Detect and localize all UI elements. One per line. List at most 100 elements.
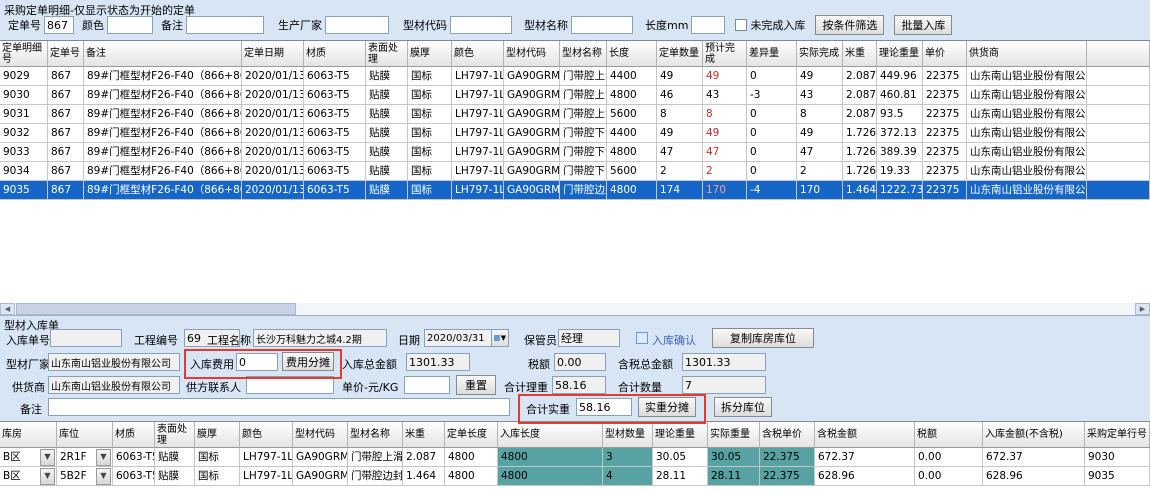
filter-input-6[interactable] bbox=[691, 16, 725, 34]
scrollbar-thumb[interactable] bbox=[16, 303, 296, 315]
date-field[interactable] bbox=[424, 329, 492, 347]
column-header[interactable]: 定单明细号 bbox=[0, 41, 48, 67]
unfinished-checkbox[interactable] bbox=[735, 19, 747, 31]
filter-condition-button[interactable]: 按条件筛选 bbox=[815, 15, 884, 35]
cell: 2 bbox=[797, 162, 843, 181]
column-header[interactable]: 库房 bbox=[0, 422, 57, 448]
cell: 6063-T5 bbox=[304, 86, 366, 105]
cell: 22375 bbox=[923, 86, 967, 105]
filter-label: 型材代码 bbox=[403, 17, 447, 33]
fee-share-button[interactable]: 费用分摊 bbox=[282, 352, 334, 371]
total-theory-weight-field[interactable] bbox=[552, 376, 606, 394]
column-header[interactable]: 型材名称 bbox=[348, 422, 403, 448]
filter-input-3[interactable] bbox=[325, 16, 389, 34]
manufacturer-field[interactable] bbox=[48, 353, 180, 371]
column-header[interactable]: 单价 bbox=[923, 41, 967, 67]
column-header[interactable]: 材质 bbox=[304, 41, 366, 67]
reset-button[interactable]: 重置 bbox=[456, 375, 496, 395]
column-header[interactable]: 预计完成 bbox=[703, 41, 747, 67]
dropdown-arrow-icon[interactable]: ▼ bbox=[40, 468, 55, 485]
column-header[interactable]: 定单长度 bbox=[445, 422, 498, 448]
cell: 22375 bbox=[923, 67, 967, 86]
cell: 372.13 bbox=[877, 124, 923, 143]
column-header[interactable]: 型材数量 bbox=[603, 422, 653, 448]
column-header[interactable]: 库位 bbox=[57, 422, 113, 448]
receipt-no-field[interactable] bbox=[50, 329, 122, 347]
stockin-fee-field[interactable] bbox=[236, 353, 278, 371]
batch-stockin-button[interactable]: 批量入库 bbox=[894, 15, 952, 35]
table-row[interactable]: B区▼5B2F▼6063-T5贴膜国标LH797-1LL0GA90GRM05门带… bbox=[0, 467, 1150, 486]
filter-input-4[interactable] bbox=[450, 16, 512, 34]
column-header[interactable]: 米重 bbox=[403, 422, 445, 448]
column-header[interactable]: 含税单价 bbox=[760, 422, 815, 448]
cell: 2020/01/13 bbox=[242, 143, 304, 162]
table-row[interactable]: 903386789#门框型材F26-F40（866+867）2020/01/13… bbox=[0, 143, 1150, 162]
scroll-left-icon[interactable]: ◀ bbox=[0, 303, 15, 315]
copy-location-button[interactable]: 复制库房库位 bbox=[712, 328, 814, 348]
table-row[interactable]: 903586789#门框型材F26-F40（866+867）2020/01/13… bbox=[0, 181, 1150, 200]
column-header[interactable]: 膜厚 bbox=[195, 422, 240, 448]
supplier-field[interactable] bbox=[48, 376, 180, 394]
column-header[interactable]: 实际完成 bbox=[797, 41, 843, 67]
column-header[interactable]: 表面处理 bbox=[155, 422, 195, 448]
tax-field[interactable] bbox=[554, 353, 606, 371]
column-header[interactable]: 定单数量 bbox=[657, 41, 703, 67]
table-row[interactable]: 903486789#门框型材F26-F40（866+867）2020/01/13… bbox=[0, 162, 1150, 181]
combo-value: 2R1F bbox=[60, 448, 87, 466]
total-with-tax-field[interactable] bbox=[682, 353, 766, 371]
column-header[interactable]: 定单号 bbox=[48, 41, 84, 67]
filter-input-1[interactable] bbox=[107, 16, 153, 34]
table-row[interactable]: 902986789#门框型材F26-F40（866+867）2020/01/13… bbox=[0, 67, 1150, 86]
confirm-checkbox[interactable] bbox=[636, 332, 648, 344]
column-header[interactable]: 备注 bbox=[84, 41, 242, 67]
column-header[interactable]: 入库长度 bbox=[498, 422, 603, 448]
total-actual-weight-field[interactable] bbox=[576, 398, 632, 416]
table-row[interactable]: 903186789#门框型材F26-F40（866+867）2020/01/13… bbox=[0, 105, 1150, 124]
column-header[interactable]: 长度 bbox=[607, 41, 657, 67]
dropdown-arrow-icon[interactable]: ▼ bbox=[40, 449, 55, 466]
table-row[interactable]: 903286789#门框型材F26-F40（866+867）2020/01/13… bbox=[0, 124, 1150, 143]
dropdown-arrow-icon[interactable]: ▼ bbox=[96, 468, 111, 485]
keeper-field[interactable] bbox=[558, 329, 620, 347]
split-location-button[interactable]: 拆分库位 bbox=[714, 397, 772, 417]
column-header[interactable]: 型材名称 bbox=[560, 41, 607, 67]
cell: 1222.73 bbox=[877, 181, 923, 200]
total-amount-field[interactable] bbox=[406, 353, 470, 371]
column-header[interactable]: 米重 bbox=[843, 41, 877, 67]
dropdown-arrow-icon[interactable]: ▼ bbox=[96, 449, 111, 466]
calendar-dropdown-icon[interactable]: ▼ bbox=[492, 329, 509, 347]
column-header[interactable]: 含税金额 bbox=[815, 422, 915, 448]
project-name-field[interactable] bbox=[253, 329, 387, 347]
column-header[interactable]: 差异量 bbox=[747, 41, 797, 67]
filter-input-5[interactable] bbox=[571, 16, 633, 34]
remark-field[interactable] bbox=[48, 398, 510, 416]
total-count-field[interactable] bbox=[682, 376, 766, 394]
supplier-contact-field[interactable] bbox=[246, 376, 334, 394]
column-header[interactable]: 供货商 bbox=[967, 41, 1087, 67]
unit-price-field[interactable] bbox=[404, 376, 450, 394]
column-header[interactable]: 税额 bbox=[915, 422, 983, 448]
filter-input-2[interactable] bbox=[186, 16, 264, 34]
column-header[interactable]: 实际重量 bbox=[708, 422, 760, 448]
table-row[interactable]: B区▼2R1F▼6063-T5贴膜国标LH797-1LL0GA90GRM03门带… bbox=[0, 448, 1150, 467]
column-header[interactable]: 型材代码 bbox=[504, 41, 560, 67]
cell: 2R1F ▼ bbox=[57, 448, 113, 467]
column-header[interactable]: 颜色 bbox=[240, 422, 293, 448]
column-header[interactable]: 理论重量 bbox=[877, 41, 923, 67]
column-header[interactable]: 膜厚 bbox=[408, 41, 452, 67]
column-header[interactable]: 入库金额(不含税) bbox=[983, 422, 1085, 448]
column-header[interactable]: 理论重量 bbox=[653, 422, 708, 448]
column-header[interactable]: 颜色 bbox=[452, 41, 504, 67]
column-header[interactable]: 定单日期 bbox=[242, 41, 304, 67]
weight-share-button[interactable]: 实重分摊 bbox=[638, 397, 696, 417]
scroll-right-icon[interactable]: ▶ bbox=[1135, 303, 1150, 315]
filter-input-0[interactable] bbox=[44, 16, 74, 34]
column-header[interactable]: 采购定单行号 bbox=[1085, 422, 1150, 448]
cell: 47 bbox=[703, 143, 747, 162]
column-header[interactable]: 表面处理 bbox=[366, 41, 408, 67]
column-header[interactable]: 型材代码 bbox=[293, 422, 348, 448]
column-header[interactable]: 材质 bbox=[113, 422, 155, 448]
table-row[interactable]: 903086789#门框型材F26-F40（866+867）2020/01/13… bbox=[0, 86, 1150, 105]
column-header[interactable] bbox=[1087, 41, 1150, 67]
filter-label: 定单号 bbox=[8, 17, 41, 33]
